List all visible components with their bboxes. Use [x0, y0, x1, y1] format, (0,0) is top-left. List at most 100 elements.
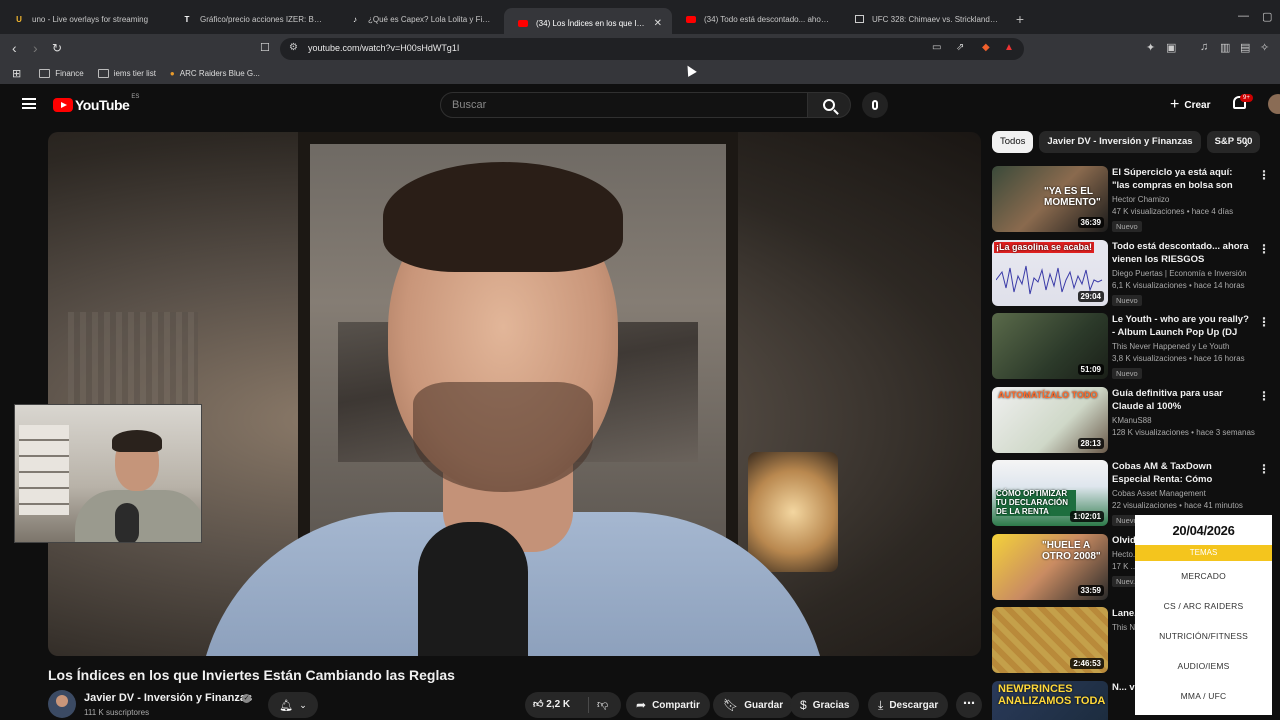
- reload-icon[interactable]: ↻: [52, 41, 62, 55]
- download-label: Descargar: [889, 699, 939, 711]
- search-button[interactable]: [807, 92, 851, 118]
- bookmark-item[interactable]: Finance: [39, 68, 84, 78]
- maximize-icon[interactable]: ▢: [1262, 10, 1272, 23]
- voice-search-button[interactable]: [862, 92, 888, 118]
- streamer-webcam-overlay: [14, 404, 202, 543]
- extensions-icon[interactable]: ✦: [1146, 41, 1155, 54]
- omnibox[interactable]: ⚙ youtube.com/watch?v=H00sHdWTg1I ▭ ⇗ ◆ …: [280, 38, 1024, 60]
- save-button[interactable]: 🔖︎ Guardar: [713, 692, 794, 718]
- create-button[interactable]: + Crear: [1162, 92, 1218, 118]
- channel-name[interactable]: KManuS88: [1112, 416, 1250, 425]
- video-thumbnail[interactable]: "HUELE A OTRO 2008" 33:59: [992, 533, 1108, 600]
- back-icon[interactable]: ‹: [12, 40, 17, 56]
- search-box[interactable]: [440, 92, 808, 118]
- apps-grid-icon[interactable]: ⊞: [12, 67, 21, 80]
- music-icon[interactable]: ♫: [1200, 41, 1208, 53]
- video-thumbnail[interactable]: ¡La gasolina se acaba! 29:04: [992, 239, 1108, 306]
- youtube-logo[interactable]: YouTube ES: [53, 94, 139, 113]
- new-badge: Nuevo: [1112, 221, 1142, 232]
- thanks-button[interactable]: $ Gracias: [790, 692, 860, 718]
- share-button[interactable]: ➦ Compartir: [626, 692, 710, 718]
- chip-sp500[interactable]: S&P 500: [1206, 131, 1261, 153]
- thumbs-down-icon[interactable]: 👎︎: [597, 698, 608, 711]
- duration-badge: 51:09: [1077, 364, 1104, 375]
- list-item[interactable]: 51:09 Le Youth - who are you really? - A…: [992, 313, 1274, 387]
- browser-tab[interactable]: UFC 328: Chimaev vs. Strickland | MMA: [840, 0, 1008, 38]
- arc-raiders-icon: ●: [169, 68, 175, 78]
- screenshot-icon[interactable]: ▣: [1166, 41, 1176, 54]
- thumbs-up-icon: 👍︎: [533, 699, 544, 710]
- video-thumbnail[interactable]: NEWPRINCES ANALIZAMOS TODA: [992, 680, 1108, 720]
- browser-tab[interactable]: ♪ ¿Qué es Capex? Lola Lolita y Finanzas: [336, 0, 504, 38]
- list-item[interactable]: ¡La gasolina se acaba! 29:04 Todo está d…: [992, 239, 1274, 314]
- upload-age: hace 3 semanas: [1196, 427, 1255, 437]
- wallet-icon[interactable]: ▤: [1240, 41, 1250, 54]
- filter-chips: Todos Javier DV - Inversión y Finanzas S&P…: [992, 131, 1262, 155]
- bookmark-item[interactable]: ● ARC Raiders Blue G...: [170, 69, 260, 78]
- more-options-icon[interactable]: ⋮: [1258, 242, 1270, 256]
- video-thumbnail[interactable]: "YA ES EL MOMENTO" 36:39: [992, 166, 1108, 232]
- more-actions-icon[interactable]: ⋯: [956, 692, 982, 718]
- bookmark-star-icon[interactable]: ☐: [260, 41, 270, 54]
- youtube-favicon-icon: [686, 14, 696, 24]
- chip-channel[interactable]: Javier DV - Inversión y Finanzas: [1039, 131, 1201, 153]
- video-title[interactable]: Todo está descontado... ahora vienen los…: [1112, 240, 1250, 266]
- duration-badge: 28:13: [1077, 437, 1104, 449]
- close-tab-icon[interactable]: ✕: [654, 18, 662, 29]
- bookmark-label: ARC Raiders Blue G...: [179, 68, 260, 78]
- minimize-icon[interactable]: —: [1238, 10, 1249, 22]
- new-tab-button[interactable]: +: [1008, 11, 1032, 27]
- video-title[interactable]: Le Youth - who are you really? - Album L…: [1112, 313, 1250, 339]
- youtube-play-icon: [53, 98, 73, 112]
- video-thumbnail[interactable]: 51:09: [992, 313, 1108, 379]
- video-thumbnail[interactable]: AUTOMATÍZALO TODO 28:13: [992, 386, 1108, 453]
- search-input[interactable]: [441, 93, 807, 117]
- more-options-icon[interactable]: ⋮: [1258, 315, 1270, 329]
- channel-name[interactable]: Javier DV - Inversión y Finanzas: [84, 692, 252, 704]
- video-player[interactable]: [48, 132, 981, 656]
- duration-badge: 36:39: [1077, 217, 1104, 228]
- channel-name[interactable]: Hector Chamizo: [1112, 195, 1250, 204]
- like-button[interactable]: 👍︎ 2,2 K: [533, 698, 570, 710]
- install-app-icon[interactable]: ▭: [932, 42, 941, 53]
- brave-rewards-icon[interactable]: ▲: [1004, 42, 1014, 53]
- more-options-icon[interactable]: ⋮: [1258, 462, 1270, 476]
- list-item[interactable]: AUTOMATÍZALO TODO 28:13 Guía definitiva …: [992, 386, 1274, 461]
- video-title[interactable]: El Súperciclo ya está aquí: "las compras…: [1112, 166, 1250, 192]
- tab-label: ¿Qué es Capex? Lola Lolita y Finanzas: [368, 14, 494, 24]
- share-icon[interactable]: ⇗: [956, 42, 964, 53]
- subscription-bell-button[interactable]: 🔔︎ ⌄: [268, 692, 318, 718]
- stream-topics-overlay: 20/04/2026 TEMAS MERCADO CS / ARC RAIDER…: [1135, 515, 1272, 715]
- chevron-down-icon: ⌄: [299, 699, 307, 710]
- like-count: 2,2 K: [546, 699, 571, 710]
- list-item[interactable]: "YA ES EL MOMENTO" 36:39 El Súperciclo y…: [992, 166, 1274, 240]
- browser-tab[interactable]: T Gráfico/precio acciones IZER: BME:IZER: [168, 0, 336, 38]
- download-button[interactable]: ⤓ Descargar: [868, 692, 949, 718]
- forward-icon[interactable]: ›: [33, 40, 38, 56]
- webcam-microphone: [115, 503, 139, 542]
- more-options-icon[interactable]: ⋮: [1258, 168, 1270, 182]
- account-avatar[interactable]: [1268, 94, 1280, 114]
- chevron-right-icon[interactable]: ›: [1244, 136, 1248, 151]
- url-text[interactable]: youtube.com/watch?v=H00sHdWTg1I: [308, 43, 459, 53]
- video-thumbnail[interactable]: 2:46:53: [992, 607, 1108, 673]
- site-info-icon[interactable]: ⚙: [289, 42, 298, 53]
- overlay-topic-item: NUTRICIÓN/FITNESS: [1159, 631, 1248, 641]
- bookmark-item[interactable]: iems tier list: [97, 68, 156, 78]
- browser-tab[interactable]: (34) Todo está descontado... ahora viene…: [672, 0, 840, 38]
- video-title[interactable]: Cobas AM & TaxDown Especial Renta: Cómo …: [1112, 460, 1250, 486]
- browser-tab[interactable]: U uno - Live overlays for streaming: [0, 0, 168, 38]
- channel-name[interactable]: Diego Puertas | Economía e Inversión: [1112, 269, 1250, 278]
- leo-ai-icon[interactable]: ✧: [1260, 41, 1269, 54]
- sidebar-icon[interactable]: ▥: [1220, 41, 1230, 54]
- chip-all[interactable]: Todos: [992, 131, 1034, 153]
- brave-shield-icon[interactable]: ◆: [982, 42, 990, 53]
- channel-name[interactable]: Cobas Asset Management: [1112, 489, 1250, 498]
- video-thumbnail[interactable]: CÓMO OPTIMIZAR TU DECLARACIÓN DE LA RENT…: [992, 460, 1108, 526]
- channel-avatar[interactable]: [48, 690, 76, 718]
- video-title[interactable]: Guía definitiva para usar Claude al 100%: [1112, 387, 1250, 413]
- more-options-icon[interactable]: ⋮: [1258, 389, 1270, 403]
- channel-name[interactable]: This Never Happened y Le Youth: [1112, 342, 1250, 351]
- save-label: Guardar: [744, 699, 784, 711]
- menu-icon[interactable]: [22, 98, 36, 109]
